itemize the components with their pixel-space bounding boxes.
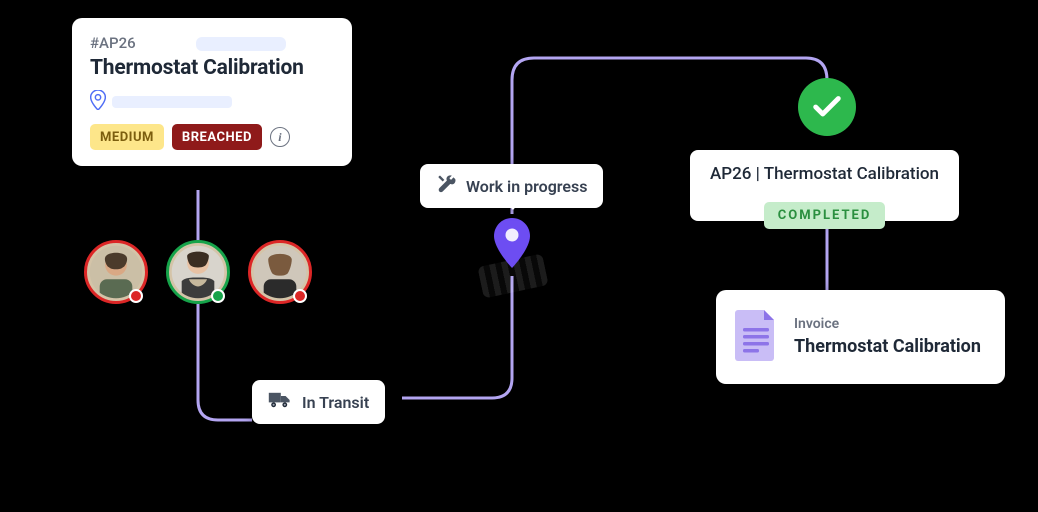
map-pin-icon: [494, 218, 530, 272]
redacted-placeholder: [112, 96, 232, 108]
invoice-label: Invoice: [794, 316, 981, 332]
work-in-progress-label: Work in progress: [466, 177, 587, 196]
priority-badge: MEDIUM: [90, 124, 164, 150]
invoice-title: Thermostat Calibration: [794, 336, 981, 359]
in-transit-label: In Transit: [302, 393, 369, 412]
completed-card[interactable]: AP26 | Thermostat Calibration COMPLETED: [690, 150, 959, 221]
ticket-card[interactable]: #AP26 Thermostat Calibration MEDIUM BREA…: [72, 18, 352, 166]
redacted-placeholder: [196, 37, 286, 51]
truck-icon: [268, 390, 292, 414]
document-icon: [734, 308, 778, 366]
location-pin-icon: [90, 90, 106, 114]
status-dot-unavailable: [293, 289, 307, 303]
completed-title: AP26 | Thermostat Calibration: [710, 164, 939, 184]
technician-avatars: [84, 240, 312, 304]
invoice-card[interactable]: Invoice Thermostat Calibration: [716, 290, 1005, 384]
ticket-id: #AP26: [90, 34, 334, 52]
avatar[interactable]: [84, 240, 148, 304]
status-dot-unavailable: [129, 289, 143, 303]
ticket-title: Thermostat Calibration: [90, 56, 334, 80]
ticket-tags: MEDIUM BREACHED i: [90, 124, 334, 150]
info-icon[interactable]: i: [270, 127, 290, 147]
status-dot-available: [211, 289, 225, 303]
tooltip-pointer: [504, 200, 522, 210]
tools-icon: [436, 174, 456, 198]
sla-badge: BREACHED: [172, 124, 262, 150]
avatar[interactable]: [248, 240, 312, 304]
completed-badge: COMPLETED: [764, 202, 886, 229]
avatar[interactable]: [166, 240, 230, 304]
success-check-icon: [798, 78, 856, 136]
ticket-location-row: [90, 90, 334, 114]
in-transit-chip[interactable]: In Transit: [252, 380, 385, 424]
